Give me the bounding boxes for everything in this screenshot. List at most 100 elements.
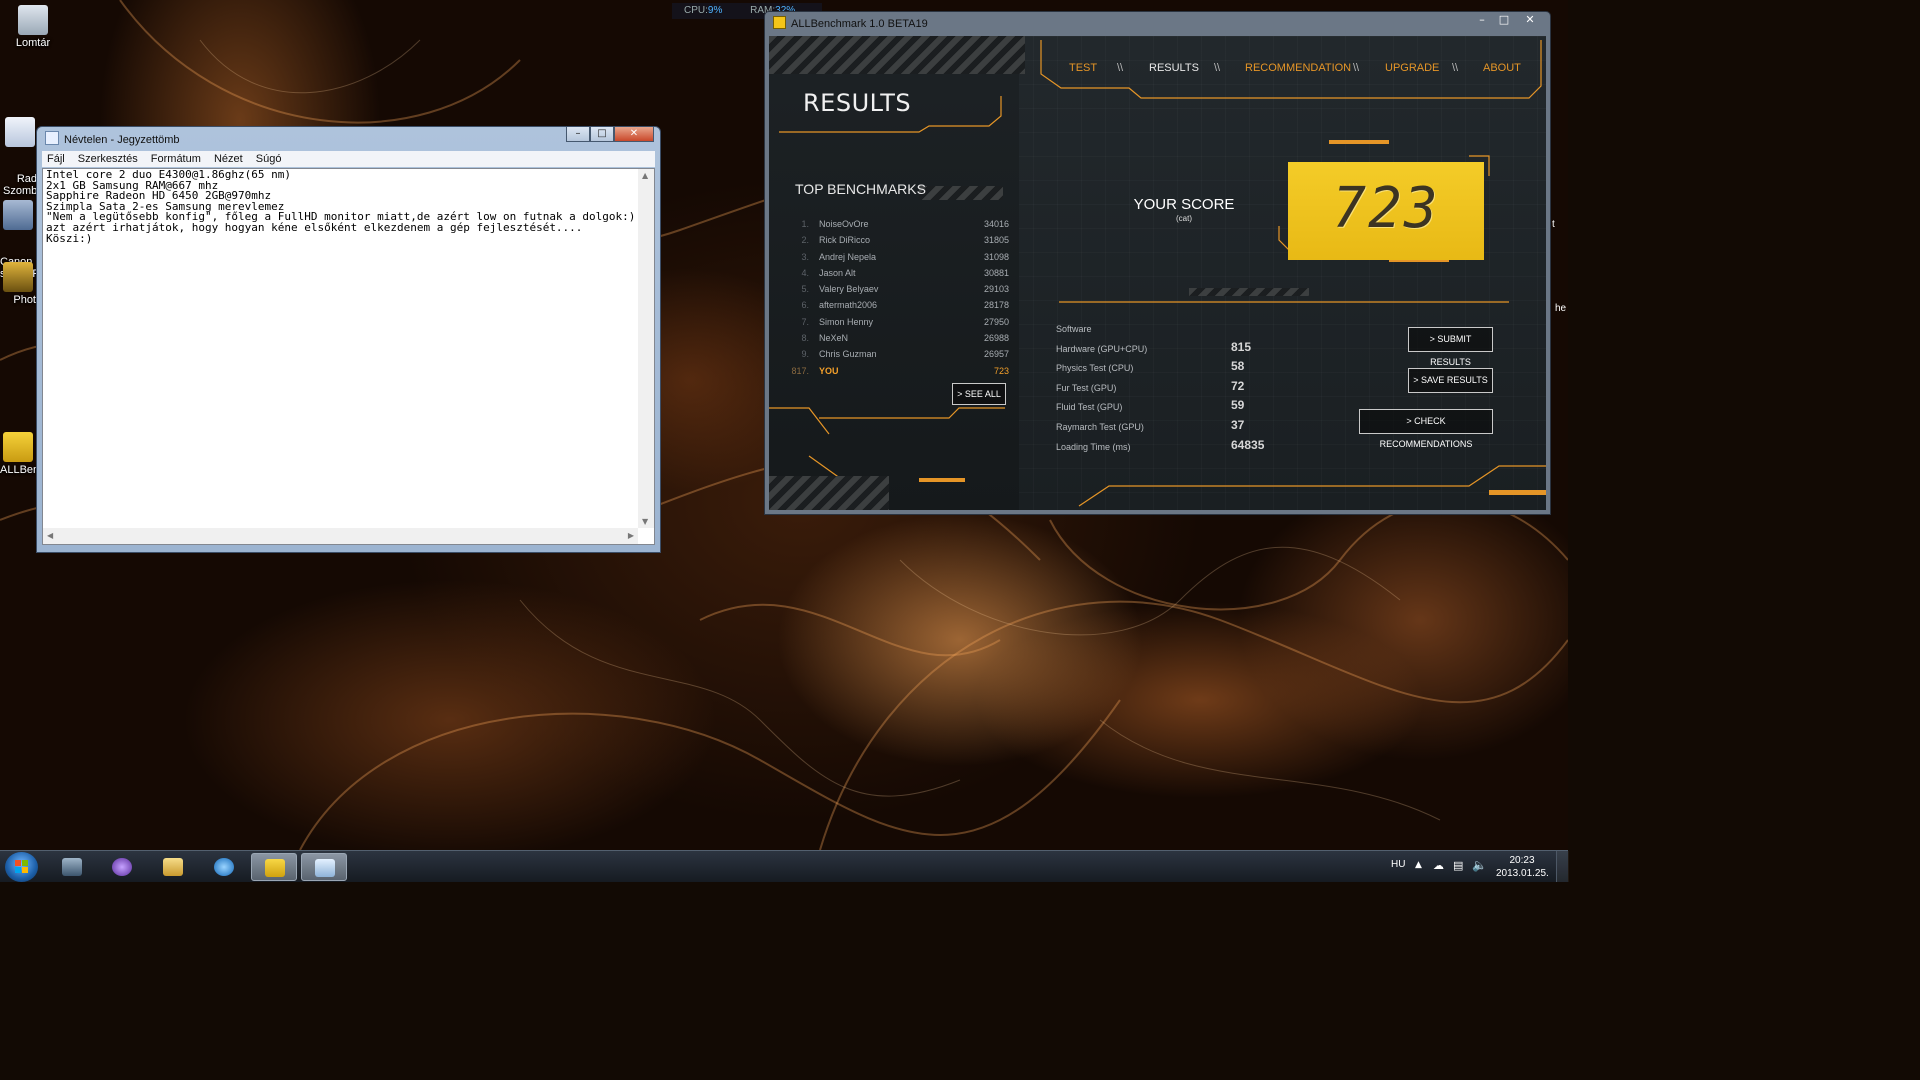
taskbar: HU ▲ ☁ ▤ 🔈 20:23 2013.01.25. (0, 850, 1569, 882)
stat-label: Fluid Test (GPU) (1056, 402, 1123, 413)
desktop-icon-allbenchmark[interactable]: ALLBen (0, 432, 40, 476)
nav-upgrade[interactable]: UPGRADE (1385, 62, 1439, 74)
scroll-left-icon[interactable]: ◀ (47, 531, 53, 540)
desktop-icon-label: ALLBen (0, 464, 40, 476)
menu-help[interactable]: Súgó (251, 151, 287, 167)
close-button[interactable]: ✕ (614, 127, 654, 142)
taskbar-item-explorer[interactable] (150, 853, 196, 881)
stat-value: 58 (1231, 359, 1245, 374)
scroll-right-icon[interactable]: ▶ (628, 531, 634, 540)
list-item: 7. Simon Henny 27950 (789, 317, 1009, 333)
nav-separator: \\ (1353, 62, 1360, 74)
maximize-button[interactable]: □ (1494, 12, 1514, 28)
cloud-sync-icon[interactable]: ☁ (1433, 859, 1444, 872)
player-name: Jason Alt (819, 267, 856, 278)
allbenchmark-title: ALLBenchmark 1.0 BETA19 (791, 18, 928, 30)
player-name: NeXeN (819, 333, 849, 344)
allbenchmark-window-controls: – □ ✕ (1472, 12, 1544, 28)
taskbar-item-maxthon[interactable] (201, 853, 247, 881)
hatch-stripe (1189, 288, 1309, 296)
horizontal-scrollbar[interactable]: ◀ ▶ (43, 528, 638, 544)
taskbar-item-computer[interactable] (49, 853, 95, 881)
allbenchmark-window[interactable]: ALLBenchmark 1.0 BETA19 – □ ✕ TEST \\ RE… (764, 11, 1551, 515)
top-benchmarks-heading: TOP BENCHMARKS (795, 181, 926, 197)
nav-recommendation[interactable]: RECOMMENDATION (1245, 62, 1351, 74)
printer-user-icon (3, 200, 33, 230)
maximize-button[interactable]: □ (590, 127, 614, 142)
save-results-button[interactable]: > SAVE RESULTS (1408, 368, 1493, 393)
your-score-label: YOUR SCORE (1133, 196, 1235, 213)
player-score: 27950 (983, 316, 1009, 327)
check-recommendations-button[interactable]: > CHECK RECOMMENDATIONS (1359, 409, 1493, 449)
rank: 2. (801, 235, 809, 246)
stat-label: Physics Test (CPU) (1056, 363, 1134, 374)
folder-icon (163, 858, 183, 876)
player-score: 28178 (983, 300, 1009, 311)
see-all-button[interactable]: > SEE ALL (952, 383, 1006, 405)
tools-icon (3, 262, 33, 292)
notepad-text[interactable]: Intel core 2 duo E4300@1.86ghz(65 nm) 2x… (46, 170, 636, 526)
scroll-up-icon[interactable]: ▲ (642, 171, 648, 180)
network-icon[interactable]: ▤ (1453, 859, 1463, 872)
vertical-scrollbar[interactable]: ▲ ▼ (638, 169, 654, 528)
notepad-window[interactable]: Névtelen - Jegyzettömb – □ ✕ Fájl Szerke… (36, 126, 661, 553)
player-score: 34016 (983, 219, 1009, 229)
taskbar-item-allbenchmark[interactable] (251, 853, 297, 881)
scroll-down-icon[interactable]: ▼ (642, 517, 648, 526)
menu-edit[interactable]: Szerkesztés (73, 151, 143, 167)
taskbar-item-notepad[interactable] (301, 853, 347, 881)
stat-label: Raymarch Test (GPU) (1056, 421, 1144, 432)
allbenchmark-titlebar[interactable]: ALLBenchmark 1.0 BETA19 (773, 16, 928, 32)
list-item: 8. NeXeN 26988 (789, 333, 1009, 349)
menu-format[interactable]: Formátum (146, 151, 206, 167)
player-name: aftermath2006 (819, 300, 878, 311)
list-item: 1. NoiseOvOre 34016 (789, 219, 1009, 235)
notepad-titlebar[interactable]: Névtelen - Jegyzettömb (45, 131, 180, 147)
player-name: NoiseOvOre (819, 219, 869, 229)
nav-results[interactable]: RESULTS (1149, 62, 1199, 74)
browser-icon (214, 858, 234, 876)
list-item: 3. Andrej Nepela 31098 (789, 252, 1009, 268)
list-item: 5. Valery Belyaev 29103 (789, 284, 1009, 300)
nav-separator: \\ (1117, 62, 1124, 74)
stat-label: Software (1056, 324, 1092, 334)
start-button[interactable] (5, 852, 38, 882)
player-score: 30881 (983, 267, 1009, 278)
stat-value: 72 (1231, 378, 1245, 393)
hatch-stripe (769, 36, 1025, 74)
allbenchmark-content: TEST \\ RESULTS \\ RECOMMENDATION \\ UPG… (769, 36, 1546, 510)
list-item: 2. Rick DiRicco 31805 (789, 235, 1009, 251)
score-breakdown: Software Hardware (GPU+CPU) 815 Physics T… (1056, 324, 1276, 461)
menu-view[interactable]: Nézet (209, 151, 248, 167)
player-name: YOU (819, 365, 839, 376)
menu-file[interactable]: Fájl (42, 151, 70, 167)
volume-icon[interactable]: 🔈 (1472, 858, 1487, 872)
list-item: 4. Jason Alt 30881 (789, 268, 1009, 284)
rank: 4. (801, 267, 809, 278)
player-name: Valery Belyaev (819, 284, 879, 295)
nav-about[interactable]: ABOUT (1483, 62, 1521, 74)
submit-results-button[interactable]: > SUBMIT RESULTS (1408, 327, 1493, 367)
notepad-edit-area[interactable]: Intel core 2 duo E4300@1.86ghz(65 nm) 2x… (42, 168, 655, 545)
desktop-icon-photo[interactable]: Phot (0, 262, 36, 306)
rank: 6. (801, 300, 809, 311)
taskbar-item-bittorrent[interactable] (99, 853, 145, 881)
language-indicator[interactable]: HU (1391, 859, 1405, 870)
notepad-icon (315, 859, 335, 877)
rank: 5. (801, 284, 809, 295)
show-desktop-button[interactable] (1556, 851, 1569, 882)
minimize-button[interactable]: – (1472, 12, 1492, 28)
player-score: 31805 (983, 235, 1009, 246)
nav-test[interactable]: TEST (1069, 62, 1097, 74)
rank: 7. (801, 316, 809, 327)
show-hidden-icons-icon[interactable]: ▲ (1415, 860, 1422, 870)
allbenchmark-icon (265, 859, 285, 877)
desktop-icon-recycle-bin[interactable]: Lomtár (3, 5, 63, 49)
desktop-icon-label: Lomtár (15, 37, 51, 49)
stat-label: Fur Test (GPU) (1056, 382, 1117, 393)
clock[interactable]: 20:23 2013.01.25. (1496, 854, 1549, 880)
close-button[interactable]: ✕ (1516, 12, 1544, 28)
minimize-button[interactable]: – (566, 127, 590, 142)
stat-label: Hardware (GPU+CPU) (1056, 343, 1148, 354)
hatch-stripe (769, 476, 889, 510)
